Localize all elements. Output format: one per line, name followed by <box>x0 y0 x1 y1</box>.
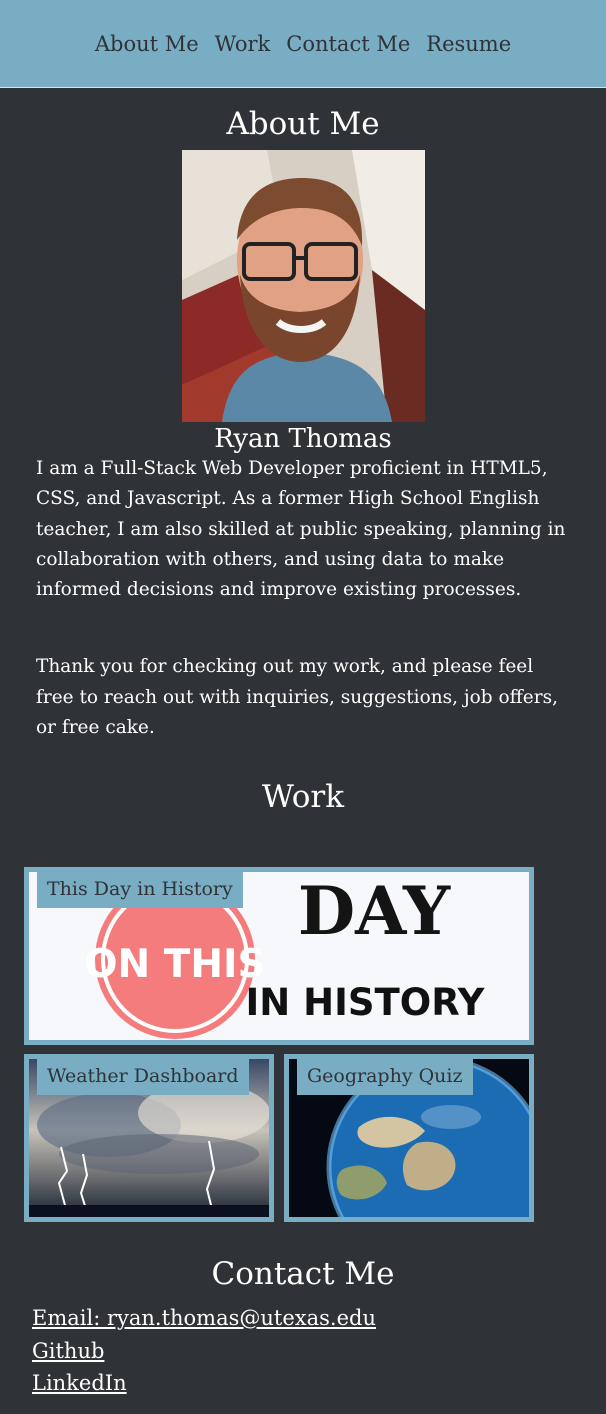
bio-paragraph-1: I am a Full-Stack Web Developer proficie… <box>36 458 566 601</box>
project-label: Weather Dashboard <box>37 1059 249 1095</box>
project-geography-quiz[interactable]: Geography Quiz <box>284 1054 534 1222</box>
linkedin-link[interactable]: LinkedIn <box>32 1367 376 1400</box>
project-label: This Day in History <box>37 872 243 908</box>
project-weather-dashboard[interactable]: Weather Dashboard <box>24 1054 274 1222</box>
profile-photo <box>181 150 425 422</box>
nav-resume[interactable]: Resume <box>426 32 511 56</box>
bio-paragraph-2: Thank you for checking out my work, and … <box>36 656 558 739</box>
project-label: Geography Quiz <box>297 1059 473 1095</box>
project-logo-history-text: IN HISTORY <box>246 981 486 1024</box>
nav-about-me[interactable]: About Me <box>95 32 199 56</box>
profile-name: Ryan Thomas <box>214 424 392 454</box>
work-title: Work <box>261 779 345 816</box>
email-link[interactable]: Email: ryan.thomas@utexas.edu <box>32 1302 376 1335</box>
project-this-day-in-history[interactable]: ON THIS DAY IN HISTORY This Day in Histo… <box>24 867 534 1045</box>
about-title: About Me <box>226 106 380 142</box>
project-logo-left-text: ON THIS <box>84 942 265 987</box>
nav-work[interactable]: Work <box>215 32 271 56</box>
project-logo-day-text: DAY <box>298 872 451 950</box>
contact-title: Contact Me <box>211 1256 395 1292</box>
nav-contact-me[interactable]: Contact Me <box>286 32 410 56</box>
contact-links: Email: ryan.thomas@utexas.edu Github Lin… <box>32 1302 376 1400</box>
github-link[interactable]: Github <box>32 1335 376 1368</box>
top-nav: About Me Work Contact Me Resume <box>0 0 606 88</box>
bio: I am a Full-Stack Web Developer proficie… <box>0 454 606 743</box>
